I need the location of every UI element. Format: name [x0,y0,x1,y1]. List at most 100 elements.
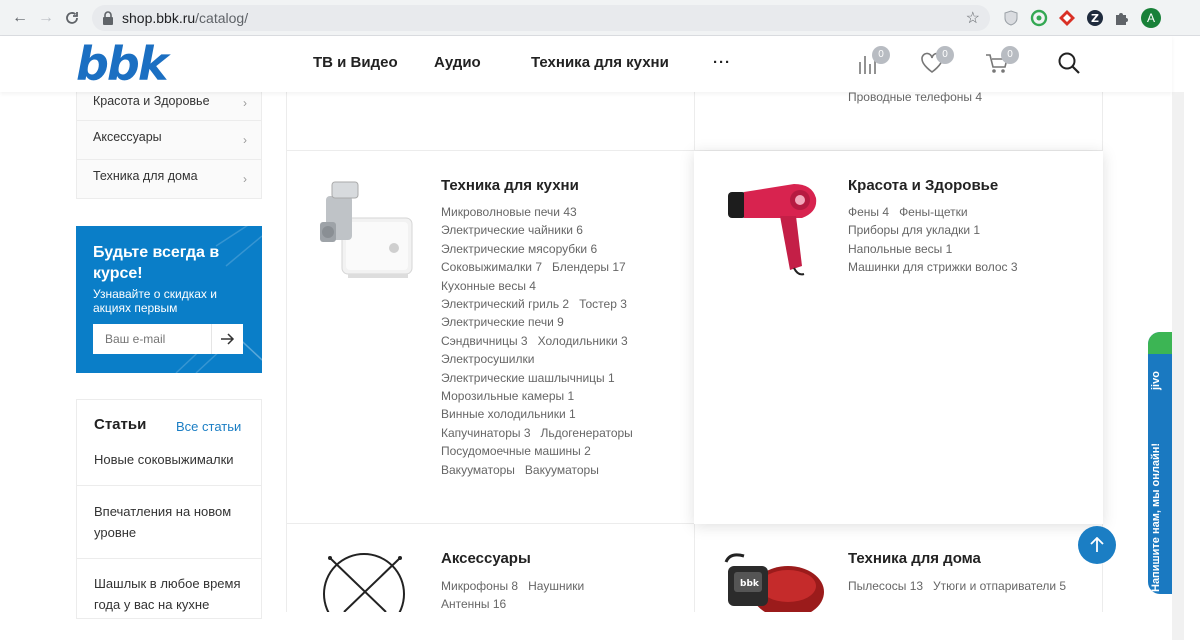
subcategory-link[interactable]: Соковыжималки 7 [441,260,542,274]
green-circle-extension-icon[interactable] [1030,9,1048,27]
sidebar-item-beauty[interactable]: Красота и Здоровье › [77,92,261,120]
subcategory-list-beauty: Фены 4 Фены-щетки Приборы для укладки 1 Нап… [848,203,1028,277]
category-link[interactable]: Проводные телефоны 4 [848,90,982,104]
subcategory-link[interactable]: Тостер 3 [579,297,627,311]
subcategory-link[interactable]: Капучинаторы 3 [441,426,531,440]
reload-icon[interactable] [62,8,82,28]
category-title-home[interactable]: Техника для дома [848,550,981,567]
all-articles-link[interactable]: Все статьи [176,419,241,434]
subcategory-link[interactable]: Наушники [528,579,584,593]
subcategory-link[interactable]: Электрические шашлычницы 1 [441,371,615,385]
scroll-to-top-button[interactable] [1078,526,1116,564]
subcategory-list-accessories: Микрофоны 8 Наушники Антенны 16 [441,577,594,614]
chevron-right-icon: › [243,172,247,186]
back-icon[interactable]: ← [10,8,30,28]
subcategory-link[interactable]: Утюги и отпариватели 5 [933,579,1066,593]
category-title-kitchen[interactable]: Техника для кухни [441,177,579,194]
nav-tv-video[interactable]: ТВ и Видео [313,54,398,71]
article-title: Новые соковыжималки [94,452,234,467]
address-bar[interactable]: shop.bbk.ru/catalog/ ☆ [92,5,990,31]
subcategory-row: Кухонные весы 4 [441,277,643,295]
chevron-right-icon: › [243,96,247,110]
subcategory-link[interactable]: Электрический гриль 2 [441,297,569,311]
sidebar-item-label: Красота и Здоровье [93,94,210,108]
nav-audio[interactable]: Аудио [434,54,481,71]
subcategory-row: Сэндвичницы 3 Холодильники 3 [441,332,643,350]
page-scrollbar[interactable] [1172,92,1184,640]
promo-text: Узнавайте о скидках и акциях первым [93,287,217,315]
bbk-logo[interactable]: bbk [76,42,228,86]
article-item[interactable]: Впечатления на новом уровне [77,485,261,557]
subcategory-row: Электросушилки [441,350,643,368]
category-title-beauty[interactable]: Красота и Здоровье [848,177,998,194]
nav-more-button[interactable]: ··· [713,54,731,71]
category-title-accessories[interactable]: Аксессуары [441,550,531,567]
cart-count-badge: 0 [1001,46,1019,64]
subcategory-link[interactable]: Электрические мясорубки 6 [441,242,597,256]
subcategory-row: Антенны 16 [441,595,594,613]
subscribe-button[interactable] [211,324,243,354]
subcategory-link[interactable]: Морозильные камеры 1 [441,389,574,403]
subcategory-link[interactable]: Сэндвичницы 3 [441,334,528,348]
subcategory-link[interactable]: Электрические чайники 6 [441,223,583,237]
sidebar-menu: Красота и Здоровье › Аксессуары › Техник… [76,92,262,199]
z-extension-icon[interactable]: Z [1086,9,1104,27]
subcategory-link[interactable]: Холодильники 3 [538,334,628,348]
search-icon[interactable] [1056,50,1082,76]
subcategory-row: Пылесосы 13 Утюги и отпариватели 5 [848,577,1076,595]
vacuum-cleaner-image: bbk [724,553,824,612]
subcategory-link[interactable]: Вакууматоры [441,463,515,477]
svg-text:Z: Z [1091,12,1099,25]
subcategory-list-home: Пылесосы 13 Утюги и отпариватели 5 [848,577,1076,595]
subcategory-row: Вакууматоры Вакууматоры [441,461,643,479]
subcategory-row: Фены 4 Фены-щетки [848,203,1028,221]
puzzle-extensions-icon[interactable] [1113,9,1131,27]
subcategory-row: Электрические чайники 6 [441,221,643,239]
subcategory-row: Винные холодильники 1 [441,405,643,423]
subcategory-row: Электрические печи 9 [441,313,643,331]
subcategory-link[interactable]: Электросушилки [441,352,534,366]
subcategory-link[interactable]: Электрические печи 9 [441,315,564,329]
subcategory-list-kitchen: Микроволновые печи 43 Электрические чайни… [441,203,643,479]
subcategory-link[interactable]: Фены 4 [848,205,889,219]
svg-text:bbk: bbk [76,42,171,86]
promo-title: Будьте всегда в курсе! [93,244,220,282]
shield-extension-icon[interactable] [1002,9,1020,27]
subcategory-link[interactable]: Пылесосы 13 [848,579,923,593]
subcategory-row: Машинки для стрижки волос 3 [848,258,1028,276]
forward-icon[interactable]: → [36,8,56,28]
sidebar-item-home-appliances[interactable]: Техника для дома › [77,159,261,198]
subcategory-link[interactable]: Напольные весы 1 [848,242,952,256]
subcategory-link[interactable]: Машинки для стрижки волос 3 [848,260,1018,274]
meat-grinder-image [320,181,413,278]
antenna-image [323,553,405,612]
subcategory-link[interactable]: Кухонные весы 4 [441,279,536,293]
subcategory-link[interactable]: Льдогенераторы [541,426,633,440]
subcategory-link[interactable]: Винные холодильники 1 [441,407,576,421]
compare-count-badge: 0 [872,46,890,64]
url-text: shop.bbk.ru/catalog/ [122,10,249,26]
article-item[interactable]: Шашлык в любое время года у вас на кухне [77,558,261,618]
subcategory-link[interactable]: Посудомоечные машины 2 [441,444,591,458]
newsletter-promo: Будьте всегда в курсе! Узнавайте о скидк… [76,226,262,373]
subcategory-link[interactable]: Приборы для укладки 1 [848,223,980,237]
profile-avatar[interactable]: A [1141,8,1161,28]
browser-toolbar: ← → shop.bbk.ru/catalog/ ☆ Z A [0,0,1200,36]
jivo-chat-widget[interactable]: jivo Напишите нам, мы онлайн! [1148,332,1172,594]
subcategory-row: Напольные весы 1 [848,240,1028,258]
subcategory-link[interactable]: Антенны 16 [441,597,506,611]
subcategory-link[interactable]: Микрофоны 8 [441,579,518,593]
nav-kitchen[interactable]: Техника для кухни [531,54,669,71]
subcategory-row: Микроволновые печи 43 [441,203,643,221]
sidebar-item-label: Аксессуары [93,130,162,144]
article-item[interactable]: Новые соковыжималки [77,448,261,470]
sidebar-item-accessories[interactable]: Аксессуары › [77,120,261,159]
subcategory-link[interactable]: Микроволновые печи 43 [441,205,577,219]
bookmark-star-icon[interactable]: ☆ [966,8,980,28]
site-header: bbk ТВ и Видео Аудио Техника для кухни ·… [0,36,1172,92]
subcategory-link[interactable]: Блендеры 17 [552,260,626,274]
subcategory-link[interactable]: Фены-щетки [899,205,968,219]
red-diamond-extension-icon[interactable] [1058,9,1076,27]
subcategory-row: Электрический гриль 2 Тостер 3 [441,295,643,313]
subcategory-link[interactable]: Вакууматоры [525,463,599,477]
